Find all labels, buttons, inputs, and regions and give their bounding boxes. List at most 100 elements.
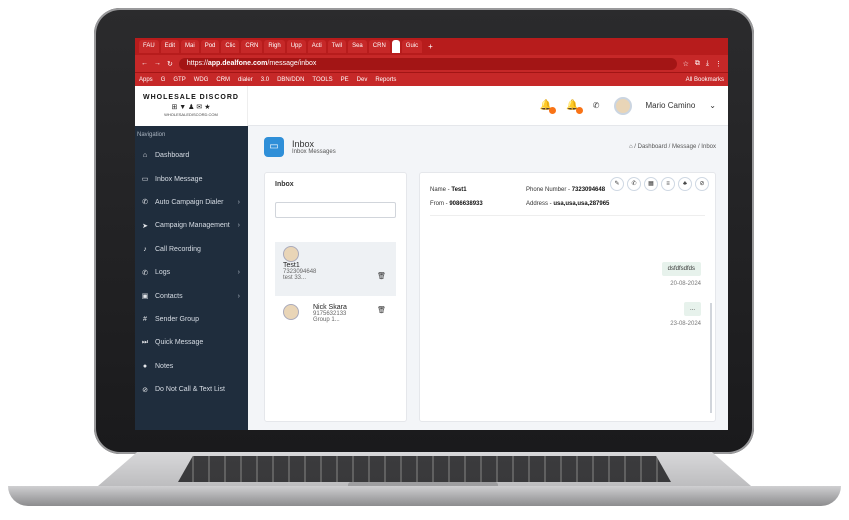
user-name[interactable]: Mario Camino <box>646 101 696 110</box>
message-date: 20-08-2024 <box>670 281 701 287</box>
sidebar-item-quick-message[interactable]: ⏭ Quick Message <box>135 331 248 354</box>
sidebar: Navigation ⌂ Dashboard ▭ Inbox Message ✆ Auto… <box>135 126 248 430</box>
bookmark-item[interactable]: GTP <box>173 77 185 83</box>
hash-icon: # <box>143 315 147 323</box>
app-root: WHOLESALE DISCORD ⊞ ▼ ♟ ✉ ★ WHOLESALEDIS… <box>135 85 728 430</box>
bookmark-item[interactable]: Dev <box>357 77 368 83</box>
bookmark-item[interactable]: PE <box>341 77 349 83</box>
sidebar-item-label: Call Recording <box>155 245 201 253</box>
sidebar-item-logs[interactable]: ✆ Logs › <box>135 261 248 284</box>
bookmark-item[interactable]: Apps <box>139 77 153 83</box>
bookmark-item[interactable]: TOOLS <box>312 77 332 83</box>
browser-tab[interactable]: CRN <box>241 40 263 53</box>
list-item[interactable]: Nick Skara 9175632133 Group 1... 🗑 <box>275 296 396 342</box>
bookmark-item[interactable]: WDG <box>194 77 209 83</box>
sidebar-item-label: Notes <box>155 362 174 370</box>
sidebar-item-contacts[interactable]: ▣ Contacts › <box>135 284 248 307</box>
message-bubble: ... <box>683 302 701 316</box>
laptop-base <box>8 452 841 510</box>
breadcrumb[interactable]: ⌂ / Dashboard / Message / Inbox <box>629 144 716 150</box>
notification-badge <box>549 107 557 114</box>
sidebar-item-label: Campaign Management <box>155 222 230 230</box>
notifications-bell-icon[interactable]: 🔔 <box>540 100 557 114</box>
trash-icon[interactable]: 🗑 <box>377 272 386 280</box>
bookmark-item[interactable]: DBN/DDN <box>277 77 304 83</box>
browser-tab[interactable]: Upp <box>286 40 306 53</box>
chevron-down-icon[interactable]: ⌄ <box>709 101 716 110</box>
bookmark-item[interactable]: 3.0 <box>261 77 269 83</box>
message-date: 23-08-2024 <box>670 321 701 327</box>
message: dsfdfsdfds 20-08-2024 <box>661 257 701 287</box>
trash-icon[interactable]: 🗑 <box>377 306 386 314</box>
browser-tab[interactable]: Mai <box>181 40 199 53</box>
keyboard <box>178 456 671 482</box>
block-icon[interactable]: ⊘ <box>695 177 709 191</box>
contact-name: Nick Skara <box>313 304 347 311</box>
phone-icon[interactable]: ✆ <box>593 101 600 110</box>
browser-tab[interactable]: Righ <box>264 40 285 53</box>
url-field[interactable]: https://app.dealfone.com/message/inbox <box>178 57 677 70</box>
browser-tab[interactable]: FAU <box>139 40 159 53</box>
name-field: Name - Test1 <box>430 187 467 193</box>
sidebar-item-auto-campaign-dialer[interactable]: ✆ Auto Campaign Dialer › <box>135 191 248 214</box>
sidebar-item-inbox-message[interactable]: ▭ Inbox Message <box>135 167 248 190</box>
browser-tab[interactable]: Guic <box>401 40 423 53</box>
address-bar-row: ← → ↻ https://app.dealfone.com/message/i… <box>135 55 728 72</box>
browser-tab[interactable]: Edit <box>160 40 180 53</box>
browser-tab[interactable]: Clic <box>221 40 240 53</box>
call-icon[interactable]: ✆ <box>627 177 641 191</box>
new-tab-icon[interactable]: + <box>424 42 437 51</box>
inbox-list-card: Inbox Test1 7323094648 test 33... 🗑 Nick… <box>264 172 407 422</box>
group-icon[interactable]: ♣ <box>678 177 692 191</box>
list-icon[interactable]: ≡ <box>661 177 675 191</box>
chevron-right-icon: › <box>237 292 240 300</box>
browser-tab[interactable]: Pod <box>200 40 220 53</box>
browser-tab[interactable] <box>391 40 400 53</box>
sidebar-item-label: Sender Group <box>155 315 199 323</box>
browser-tab[interactable]: Sea <box>348 40 367 53</box>
star-icon[interactable]: ☆ <box>683 60 689 68</box>
sidebar-item-label: Logs <box>155 269 171 277</box>
sidebar-item-dashboard[interactable]: ⌂ Dashboard <box>135 144 248 167</box>
sidebar-item-notes[interactable]: ● Notes <box>135 355 248 378</box>
list-item[interactable]: Test1 7323094648 test 33... 🗑 <box>275 242 396 296</box>
bookmark-item[interactable]: G <box>161 77 166 83</box>
scrollbar[interactable] <box>710 303 712 413</box>
browser-tab[interactable]: Acti <box>307 40 326 53</box>
extensions-icon[interactable]: ⧉ <box>695 60 700 68</box>
forward-icon[interactable]: → <box>154 60 161 67</box>
sidebar-item-label: Inbox Message <box>155 175 203 183</box>
back-icon[interactable]: ← <box>141 60 148 67</box>
bookmark-item[interactable]: dialer <box>238 77 253 83</box>
menu-icon[interactable]: ⋮ <box>715 60 722 68</box>
message: ... 23-08-2024 <box>670 297 701 327</box>
download-icon[interactable]: ⤓ <box>706 60 709 68</box>
browser-tab[interactable]: Twil <box>327 40 347 53</box>
laptop-mockup: FAU Edit Mai Pod Clic CRN Righ Upp Acti Twil Sea CR… <box>0 0 849 520</box>
contact-preview: Group 1... <box>313 317 340 323</box>
brand-logo[interactable]: WHOLESALE DISCORD ⊞ ▼ ♟ ✉ ★ WHOLESALEDIS… <box>135 85 248 126</box>
bookmark-item[interactable]: CRM <box>216 77 230 83</box>
conversation-toolbar: ✎ ✆ ▦ ≡ ♣ ⊘ <box>610 177 709 191</box>
calendar-icon[interactable]: ▦ <box>644 177 658 191</box>
sidebar-item-sender-group[interactable]: # Sender Group <box>135 308 248 331</box>
sidebar-item-do-not-call-text-list[interactable]: ⊘ Do Not Call & Text List <box>135 378 248 401</box>
all-bookmarks-link[interactable]: All Bookmarks <box>686 77 724 83</box>
note-icon[interactable]: ✎ <box>610 177 624 191</box>
message-bubble: dsfdfsdfds <box>661 262 701 276</box>
inbox-heading: Inbox <box>275 181 294 188</box>
logo-text: WHOLESALE DISCORD <box>143 94 239 101</box>
alerts-bell-icon[interactable]: 🔔 <box>566 100 583 114</box>
avatar[interactable] <box>613 96 632 115</box>
block-icon: ⊘ <box>142 386 148 394</box>
browser-tab[interactable]: CRN <box>368 40 390 53</box>
avatar <box>283 304 299 320</box>
sidebar-item-campaign-management[interactable]: ➤ Campaign Management › <box>135 214 248 237</box>
reload-icon[interactable]: ↻ <box>167 60 173 68</box>
bookmark-item[interactable]: Reports <box>375 77 396 83</box>
sidebar-item-label: Quick Message <box>155 339 204 347</box>
inbox-icon: ▭ <box>141 176 149 184</box>
search-input[interactable] <box>275 202 396 218</box>
sidebar-item-call-recording[interactable]: ♪ Call Recording <box>135 238 248 261</box>
address-field: Address - usa,usa,usa,287965 <box>526 201 610 207</box>
